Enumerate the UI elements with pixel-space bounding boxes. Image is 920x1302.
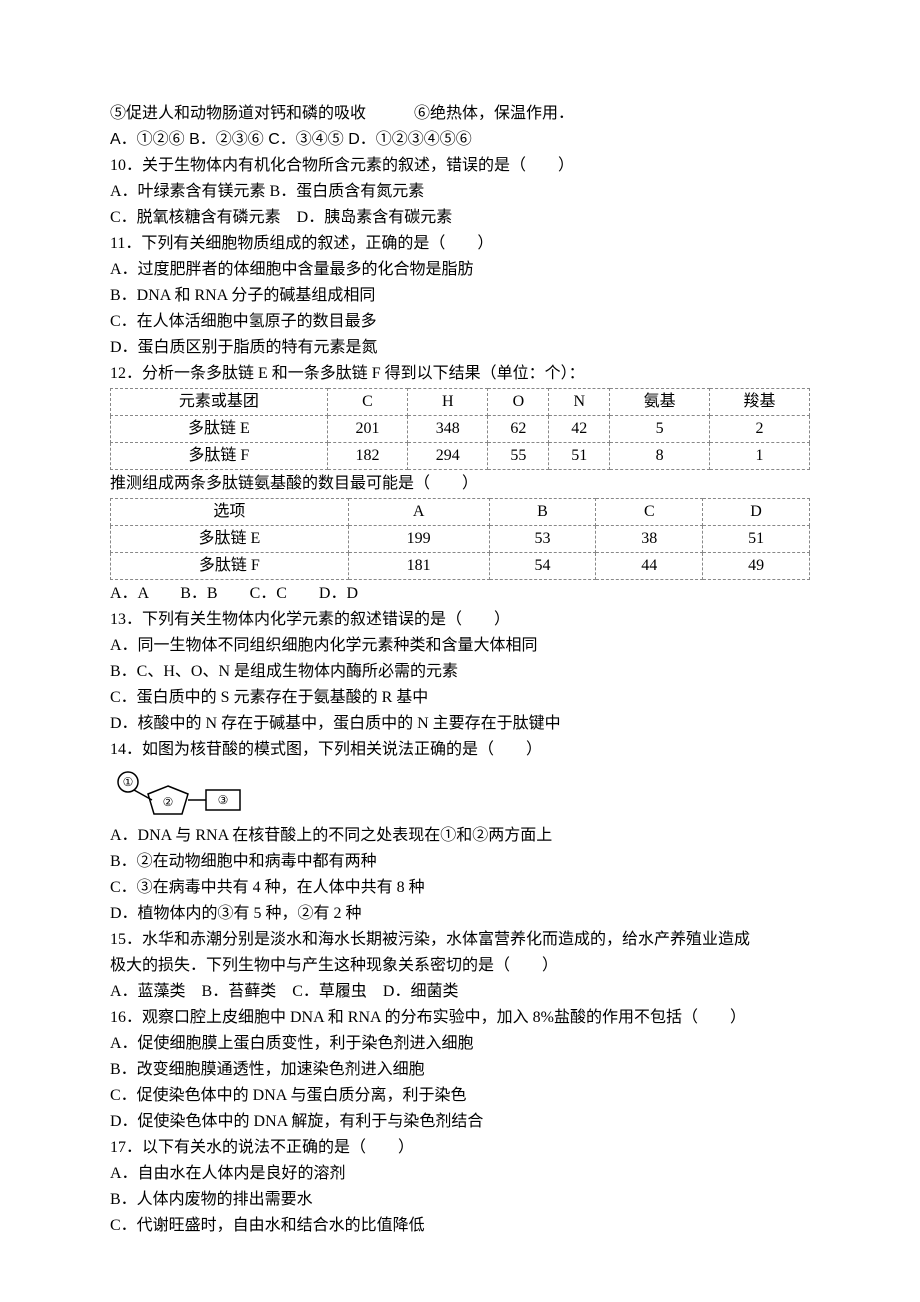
q17-choice-b: B．人体内废物的排出需要水 xyxy=(110,1188,810,1212)
cell: 294 xyxy=(408,443,488,470)
diagram-label-1: ① xyxy=(123,775,134,789)
cell: 201 xyxy=(327,416,407,443)
cell: C xyxy=(327,389,407,416)
table-row: 多肽链 E 201 348 62 42 5 2 xyxy=(111,416,810,443)
table-row: 选项 A B C D xyxy=(111,499,810,526)
q16-choice-a: A．促使细胞膜上蛋白质变性，利于染色剂进入细胞 xyxy=(110,1032,810,1056)
q10-choice-ab: A．叶绿素含有镁元素 B．蛋白质含有氮元素 xyxy=(110,180,810,204)
q9-option6: ⑥绝热体，保温作用． xyxy=(414,105,574,122)
cell: 氨基 xyxy=(610,389,710,416)
cell: 199 xyxy=(348,526,489,553)
cell: 53 xyxy=(489,526,596,553)
cell: B xyxy=(489,499,596,526)
cell: N xyxy=(549,389,610,416)
table-row: 多肽链 E 199 53 38 51 xyxy=(111,526,810,553)
cell: 多肽链 F xyxy=(111,443,328,470)
cell: 49 xyxy=(703,553,810,580)
q16-choice-b: B．改变细胞膜通透性，加速染色剂进入细胞 xyxy=(110,1058,810,1082)
q13-choice-c: C．蛋白质中的 S 元素存在于氨基酸的 R 基中 xyxy=(110,686,810,710)
q12-mid: 推测组成两条多肽链氨基酸的数目最可能是（ ） xyxy=(110,472,810,496)
cell: H xyxy=(408,389,488,416)
cell: 62 xyxy=(488,416,549,443)
diagram-label-2: ② xyxy=(163,795,174,809)
q16-choice-d: D．促使染色体中的 DNA 解旋，有利于与染色剂结合 xyxy=(110,1110,810,1134)
cell: 348 xyxy=(408,416,488,443)
q17-choice-c: C．代谢旺盛时，自由水和结合水的比值降低 xyxy=(110,1214,810,1238)
cell: 多肽链 F xyxy=(111,553,349,580)
q15-stem-2: 极大的损失．下列生物中与产生这种现象关系密切的是（ ） xyxy=(110,954,810,978)
q9-choices: A．①②⑥ B．②③⑥ C．③④⑤ D．①②③④⑤⑥ xyxy=(110,128,810,152)
cell: D xyxy=(703,499,810,526)
q17-choice-a: A．自由水在人体内是良好的溶剂 xyxy=(110,1162,810,1186)
q9-option5: ⑤促进人和动物肠道对钙和磷的吸收 xyxy=(110,105,366,122)
cell: C xyxy=(596,499,703,526)
q14-choice-b: B．②在动物细胞中和病毒中都有两种 xyxy=(110,850,810,874)
cell: 55 xyxy=(488,443,549,470)
q14-choice-d: D．植物体内的③有 5 种，②有 2 种 xyxy=(110,902,810,926)
table-row: 元素或基团 C H O N 氨基 羧基 xyxy=(111,389,810,416)
cell: 多肽链 E xyxy=(111,526,349,553)
q11-stem: 11．下列有关细胞物质组成的叙述，正确的是（ ） xyxy=(110,232,810,256)
q14-stem: 14．如图为核苷酸的模式图，下列相关说法正确的是（ ） xyxy=(110,738,810,762)
cell: 多肽链 E xyxy=(111,416,328,443)
cell: 38 xyxy=(596,526,703,553)
cell: 5 xyxy=(610,416,710,443)
q17-stem: 17．以下有关水的说法不正确的是（ ） xyxy=(110,1136,810,1160)
cell: 181 xyxy=(348,553,489,580)
cell: 1 xyxy=(710,443,810,470)
cell: 8 xyxy=(610,443,710,470)
q13-choice-a: A．同一生物体不同组织细胞内化学元素种类和含量大体相同 xyxy=(110,634,810,658)
cell: 44 xyxy=(596,553,703,580)
q13-stem: 13．下列有关生物体内化学元素的叙述错误的是（ ） xyxy=(110,608,810,632)
q13-choice-d: D．核酸中的 N 存在于碱基中，蛋白质中的 N 主要存在于肽键中 xyxy=(110,712,810,736)
q14-choice-c: C．③在病毒中共有 4 种，在人体中共有 8 种 xyxy=(110,876,810,900)
q12-table1: 元素或基团 C H O N 氨基 羧基 多肽链 E 201 348 62 42 … xyxy=(110,388,810,470)
cell: 2 xyxy=(710,416,810,443)
cell: 182 xyxy=(327,443,407,470)
q11-choice-a: A．过度肥胖者的体细胞中含量最多的化合物是脂肪 xyxy=(110,258,810,282)
diagram-label-3: ③ xyxy=(218,793,229,807)
cell: 54 xyxy=(489,553,596,580)
cell: 元素或基团 xyxy=(111,389,328,416)
q10-choice-cd: C．脱氧核糖含有磷元素 D．胰岛素含有碳元素 xyxy=(110,206,810,230)
q12-stem: 12．分析一条多肽链 E 和一条多肽链 F 得到以下结果（单位：个）： xyxy=(110,362,810,386)
nucleotide-diagram: ① ② ③ xyxy=(110,768,810,818)
cell: 42 xyxy=(549,416,610,443)
cell: 羧基 xyxy=(710,389,810,416)
table-row: 多肽链 F 182 294 55 51 8 1 xyxy=(111,443,810,470)
table-row: 多肽链 F 181 54 44 49 xyxy=(111,553,810,580)
cell: A xyxy=(348,499,489,526)
q13-choice-b: B．C、H、O、N 是组成生物体内酶所必需的元素 xyxy=(110,660,810,684)
q15-stem-1: 15．水华和赤潮分别是淡水和海水长期被污染，水体富营养化而造成的，给水产养殖业造… xyxy=(110,928,810,952)
q16-choice-c: C．促使染色体中的 DNA 与蛋白质分离，利于染色 xyxy=(110,1084,810,1108)
q11-choice-d: D．蛋白质区别于脂质的特有元素是氮 xyxy=(110,336,810,360)
q12-choices: A．A B．B C．C D．D xyxy=(110,582,810,606)
q14-choice-a: A．DNA 与 RNA 在核苷酸上的不同之处表现在①和②两方面上 xyxy=(110,824,810,848)
cell: 选项 xyxy=(111,499,349,526)
q11-choice-b: B．DNA 和 RNA 分子的碱基组成相同 xyxy=(110,284,810,308)
q15-choices: A．蓝藻类 B．苔藓类 C．草履虫 D．细菌类 xyxy=(110,980,810,1004)
q12-table2: 选项 A B C D 多肽链 E 199 53 38 51 多肽链 F 181 … xyxy=(110,498,810,580)
cell: O xyxy=(488,389,549,416)
cell: 51 xyxy=(549,443,610,470)
q16-stem: 16．观察口腔上皮细胞中 DNA 和 RNA 的分布实验中，加入 8%盐酸的作用… xyxy=(110,1006,810,1030)
q11-choice-c: C．在人体活细胞中氢原子的数目最多 xyxy=(110,310,810,334)
q10-stem: 10．关于生物体内有机化合物所含元素的叙述，错误的是（ ） xyxy=(110,154,810,178)
cell: 51 xyxy=(703,526,810,553)
